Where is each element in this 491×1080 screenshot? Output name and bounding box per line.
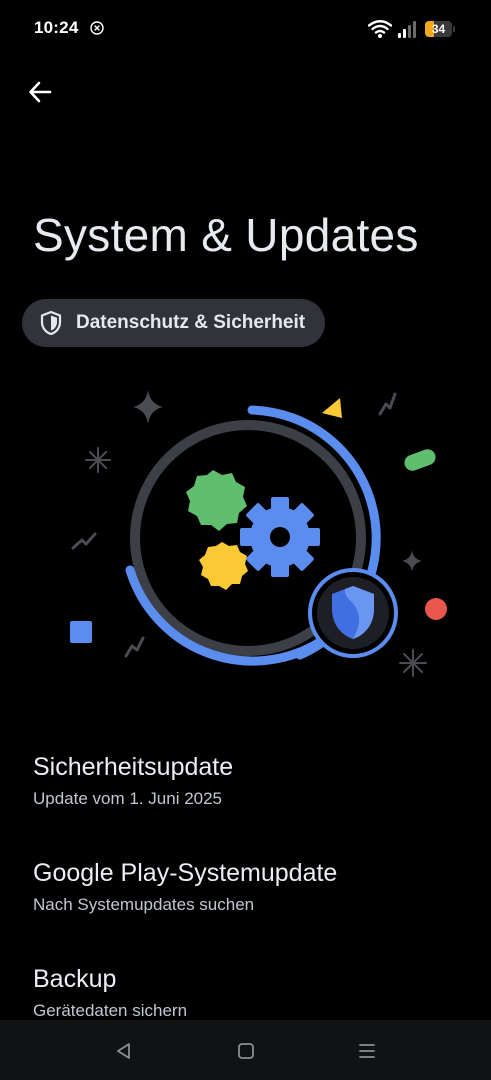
nav-menu-button[interactable] — [352, 1036, 382, 1066]
triangle-shape — [322, 398, 342, 418]
starburst-icon — [399, 649, 427, 677]
notification-dismiss-icon — [90, 21, 104, 35]
list-item-subtitle: Update vom 1. Juni 2025 — [33, 789, 223, 808]
sparkle-icon — [133, 390, 163, 424]
squiggle-shape — [378, 392, 397, 416]
chip-label: Datenschutz & Sicherheit — [76, 312, 306, 333]
wifi-icon — [368, 20, 392, 38]
status-time: 10:24 — [34, 18, 79, 37]
back-triangle-icon — [117, 1043, 130, 1059]
shield-icon — [40, 310, 62, 336]
list-item-google-play-update[interactable]: Google Play-Systemupdate Nach Systemupda… — [0, 859, 491, 949]
list-item-title: Sicherheitsupdate — [33, 753, 234, 781]
square-shape — [70, 621, 92, 643]
status-bar: 10:24 34 — [0, 0, 491, 58]
battery-level: 34 — [431, 22, 446, 36]
signal-icon — [398, 21, 416, 38]
menu-lines-icon — [359, 1044, 375, 1058]
green-badge-shape — [186, 470, 247, 531]
list-item-security-update[interactable]: Sicherheitsupdate Update vom 1. Juni 202… — [0, 753, 491, 843]
privacy-security-chip[interactable]: Datenschutz & Sicherheit — [22, 299, 326, 347]
starburst-icon — [85, 447, 111, 473]
battery-icon: 34 — [425, 21, 455, 37]
page-title: System & Updates — [33, 209, 419, 261]
gear-icon — [240, 497, 320, 577]
navigation-bar — [0, 1020, 491, 1080]
list-item-subtitle: Gerätedaten sichern — [33, 1001, 188, 1020]
yellow-badge-shape — [199, 542, 248, 590]
nav-home-button[interactable] — [231, 1036, 261, 1066]
nav-back-button[interactable] — [109, 1036, 139, 1066]
sparkle-icon — [402, 550, 422, 572]
arrow-left-icon — [29, 81, 52, 103]
pill-shape — [404, 449, 436, 471]
back-button[interactable] — [18, 70, 62, 114]
list-item-title: Google Play-Systemupdate — [33, 859, 338, 887]
home-square-icon — [238, 1043, 254, 1059]
list-item-subtitle: Nach Systemupdates suchen — [33, 895, 255, 914]
system-updates-illustration — [70, 390, 447, 677]
squiggle-shape — [124, 636, 145, 658]
dot-shape — [425, 598, 447, 620]
list-item-title: Backup — [33, 965, 117, 993]
squiggle-shape — [71, 532, 97, 550]
